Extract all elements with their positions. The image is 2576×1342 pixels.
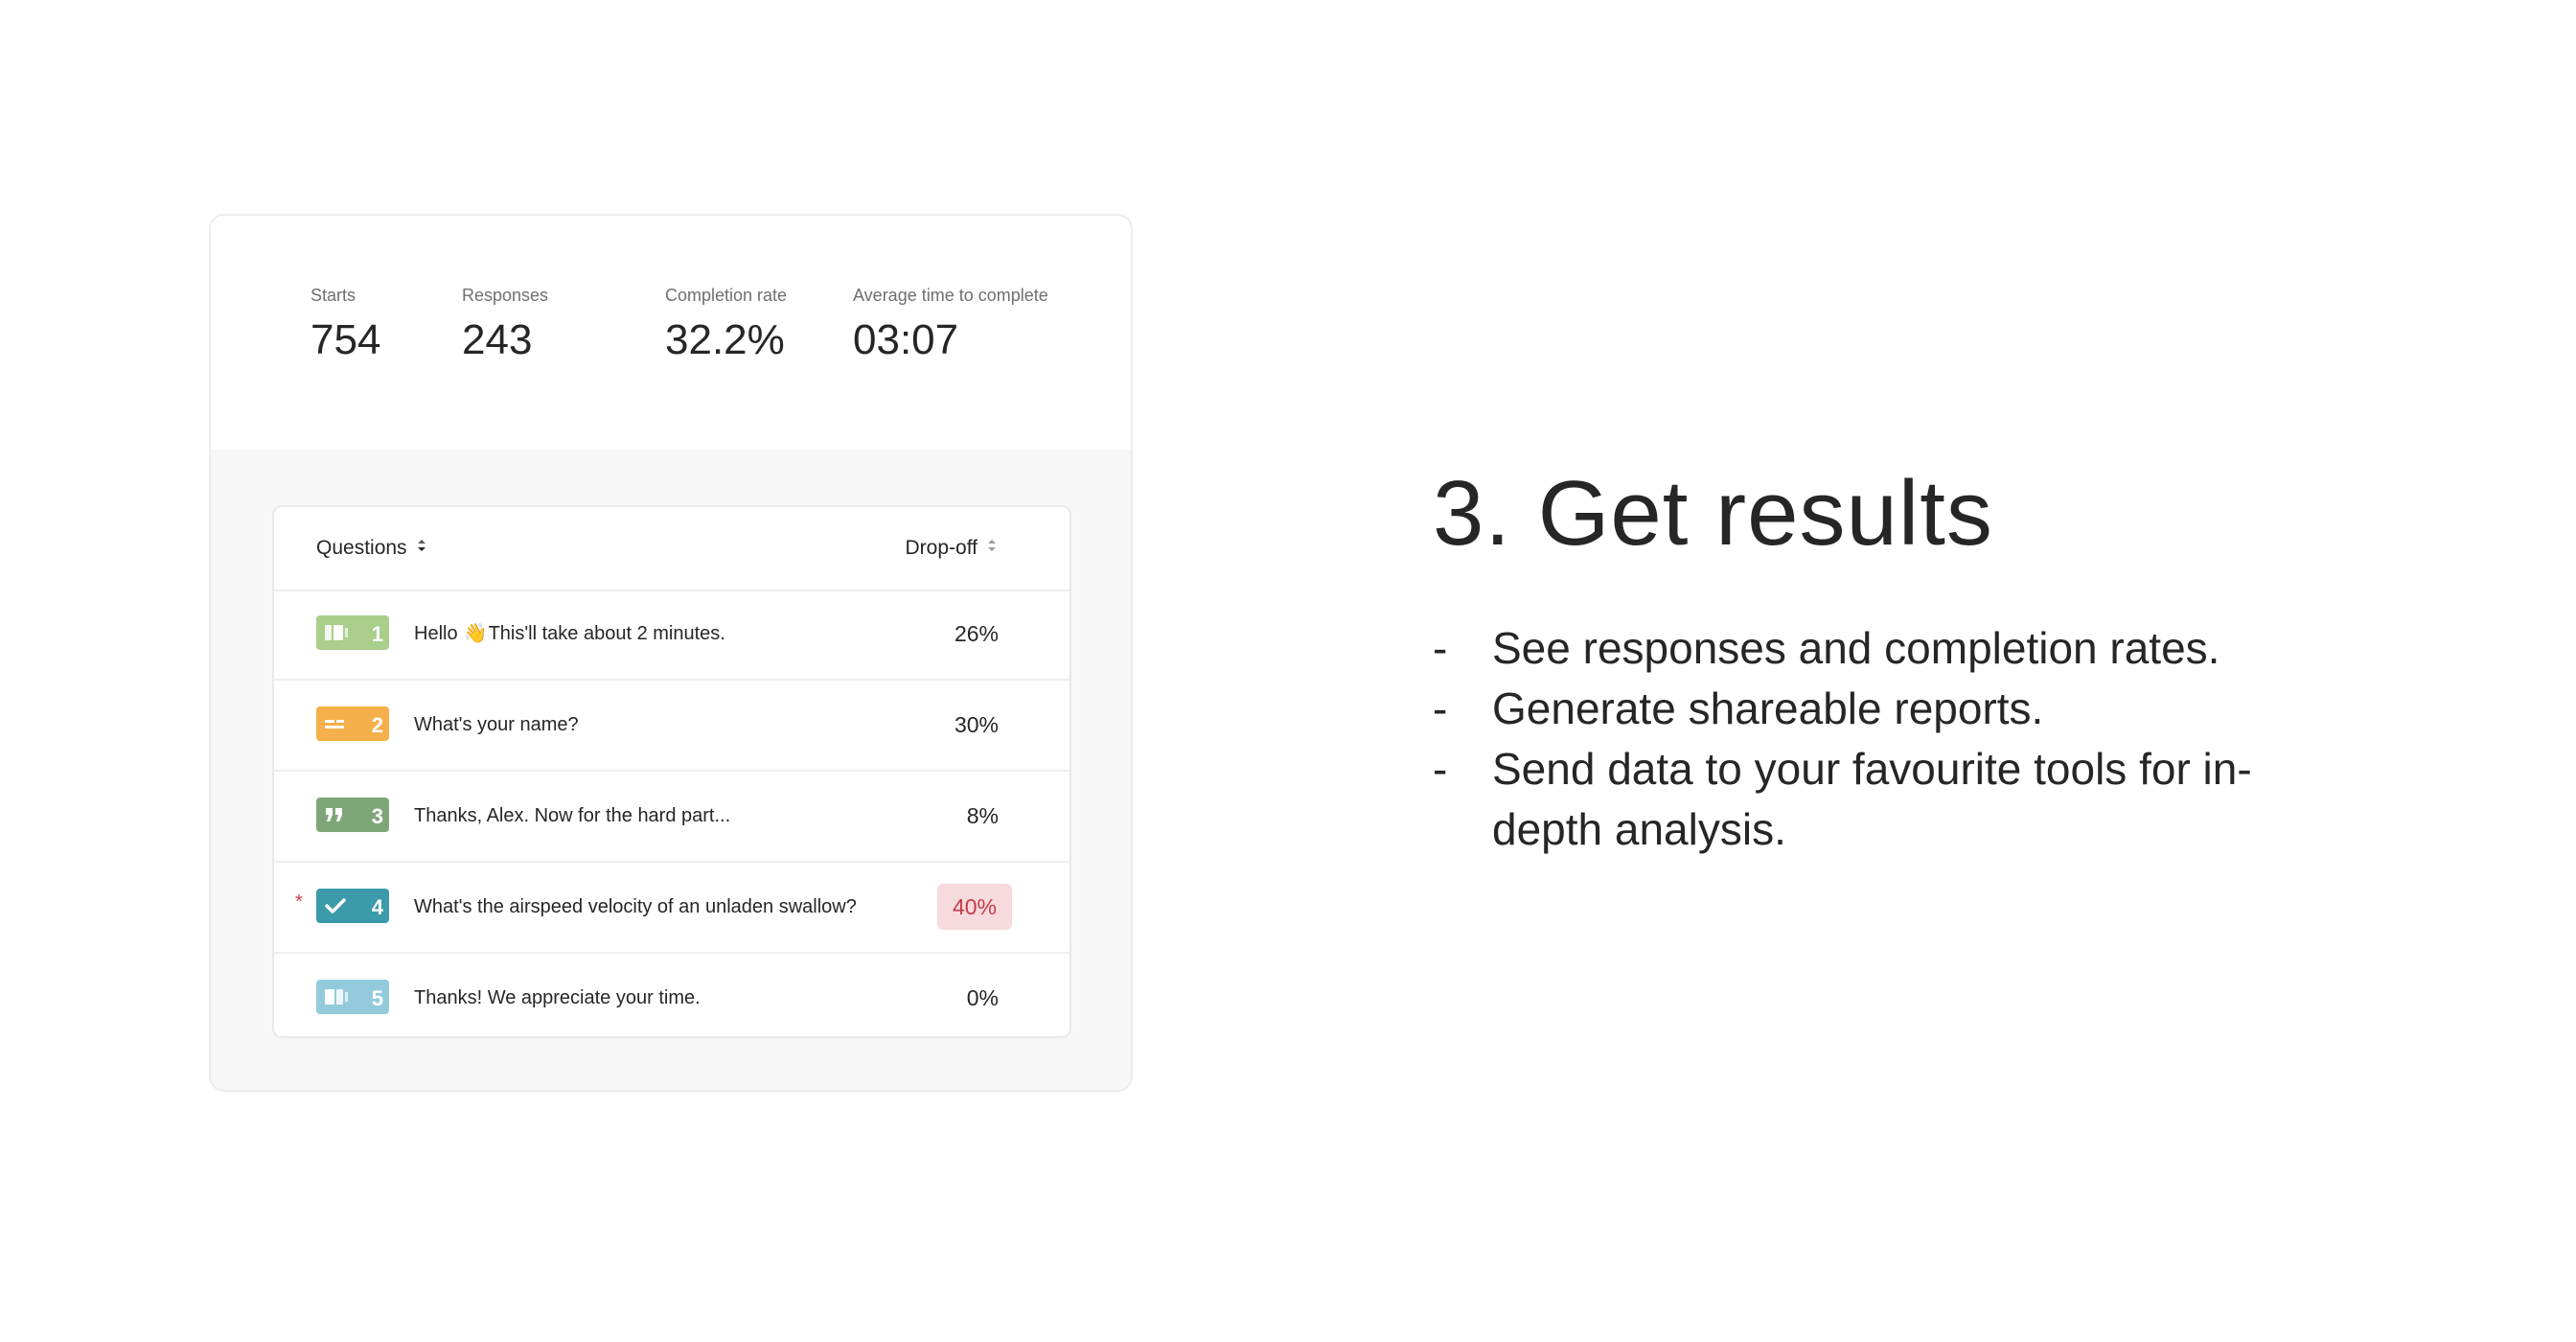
list-item: - Send data to your favourite tools for i…	[1433, 739, 2295, 860]
stat-value: 243	[462, 316, 533, 363]
question-number: 4	[371, 895, 383, 919]
sort-questions-header[interactable]: Questions	[316, 536, 426, 561]
stat-label: Starts	[310, 286, 356, 305]
question-number: 5	[371, 986, 383, 1010]
questions-table: Questions Drop-off 1 Hello 👋This'll take …	[272, 505, 1071, 1038]
question-text: Thanks, Alex. Now for the hard part...	[414, 805, 731, 826]
question-text: What's your name?	[414, 714, 579, 735]
bullet-dash: -	[1433, 623, 1448, 673]
question-type-badge: 4	[316, 889, 389, 923]
list-item: - See responses and completion rates.	[1433, 618, 2295, 679]
question-text: Hello 👋This'll take about 2 minutes.	[414, 622, 725, 645]
dropoff-value-highlighted: 40%	[936, 884, 1012, 930]
dropoff-header-label: Drop-off	[905, 537, 978, 559]
stat-value: 32.2%	[665, 316, 785, 363]
question-text: Thanks! We appreciate your time.	[414, 987, 701, 1008]
dropoff-value: 0%	[966, 985, 999, 1010]
question-type-badge: 3	[316, 798, 389, 832]
results-card: Starts 754 Responses 243 Completion rate…	[209, 214, 1133, 1092]
stat-average-time: Average time to complete 03:07	[853, 285, 1048, 365]
stat-starts: Starts 754	[310, 285, 380, 365]
stat-label: Responses	[462, 286, 549, 305]
stat-value: 03:07	[853, 316, 959, 363]
sort-icon	[987, 535, 997, 560]
list-item: - Generate shareable reports.	[1433, 679, 2295, 739]
stat-value: 754	[310, 316, 381, 363]
questions-header-label: Questions	[316, 537, 407, 559]
feature-list: - See responses and completion rates. - Ge…	[1433, 618, 2295, 860]
dropoff-value: 8%	[966, 803, 999, 828]
sort-icon	[417, 535, 426, 560]
list-item-text: Send data to your favourite tools for in…	[1492, 744, 2252, 854]
dropoff-value: 26%	[954, 621, 999, 646]
stat-label: Average time to complete	[853, 286, 1048, 305]
question-text: What's the airspeed velocity of an unlad…	[414, 896, 857, 917]
question-text-start: Hello	[414, 623, 458, 644]
table-row[interactable]: 2 What's your name? 30%	[274, 681, 1070, 772]
dropoff-value: 30%	[954, 712, 999, 737]
table-row[interactable]: 3 Thanks, Alex. Now for the hard part...…	[274, 772, 1070, 863]
stat-label: Completion rate	[665, 286, 788, 305]
question-number: 3	[371, 804, 383, 828]
list-item-text: Generate shareable reports.	[1492, 683, 2044, 733]
bullet-dash: -	[1433, 744, 1448, 794]
waving-hand-icon: 👋	[463, 623, 488, 644]
question-number: 1	[371, 622, 383, 646]
sort-dropoff-header[interactable]: Drop-off	[906, 536, 997, 561]
question-type-badge: 1	[316, 615, 389, 650]
table-row[interactable]: 1 Hello 👋This'll take about 2 minutes. 26…	[274, 590, 1070, 681]
stat-completion-rate: Completion rate 32.2%	[665, 285, 787, 365]
question-type-badge: 2	[316, 706, 389, 741]
table-row[interactable]: 5 Thanks! We appreciate your time. 0%	[274, 954, 1070, 1036]
table-row[interactable]: * 4 What's the airspeed velocity of an u…	[274, 863, 1070, 954]
question-type-badge: 5	[316, 980, 389, 1014]
question-number: 2	[371, 713, 383, 737]
list-item-text: See responses and completion rates.	[1492, 623, 2220, 673]
required-marker: *	[295, 891, 303, 913]
stats-panel: Starts 754 Responses 243 Completion rate…	[211, 216, 1131, 450]
page-title: 3. Get results	[1433, 462, 1993, 565]
bullet-dash: -	[1433, 683, 1448, 733]
question-text-end: This'll take about 2 minutes.	[488, 623, 725, 644]
stat-responses: Responses 243	[462, 285, 548, 365]
page: Starts 754 Responses 243 Completion rate…	[0, 0, 2576, 1342]
table-header: Questions Drop-off	[274, 507, 1070, 591]
